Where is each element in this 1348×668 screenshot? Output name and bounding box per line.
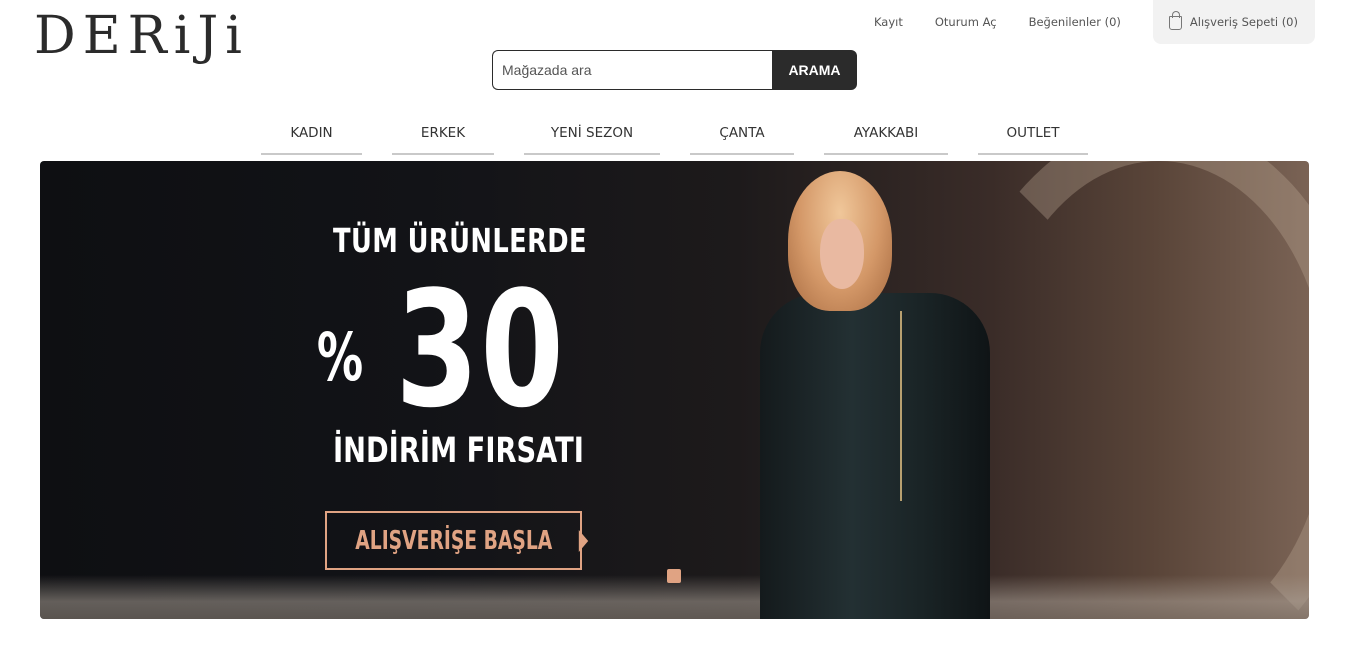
nav-item-outlet[interactable]: OUTLET — [978, 114, 1088, 155]
nav-item-ayakkabi[interactable]: AYAKKABI — [824, 114, 948, 155]
model-zipper — [900, 311, 902, 501]
promo-line-3: İNDİRİM FIRSATI — [333, 431, 584, 471]
register-link[interactable]: Kayıt — [874, 15, 903, 29]
nav-item-yeni-sezon[interactable]: YENİ SEZON — [524, 114, 660, 155]
cart-label: Alışveriş Sepeti (0) — [1189, 15, 1298, 29]
play-arrow-icon — [578, 529, 588, 552]
model-face — [820, 219, 864, 289]
top-links: Kayıt Oturum Aç Beğenilenler (0) Alışver… — [874, 0, 1315, 44]
promo-text: TÜM ÜRÜNLERDE % 30 İNDİRİM FIRSATI — [300, 221, 600, 471]
search-button[interactable]: ARAMA — [772, 50, 857, 90]
model-image — [720, 171, 1040, 619]
start-shopping-label: ALIŞVERİŞE BAŞLA — [355, 525, 553, 556]
login-link[interactable]: Oturum Aç — [935, 15, 997, 29]
favorites-link[interactable]: Beğenilenler (0) — [1029, 15, 1121, 29]
search-input[interactable] — [492, 50, 772, 90]
nav-item-canta[interactable]: ÇANTA — [690, 114, 794, 155]
promo-line-1: TÜM ÜRÜNLERDE — [333, 221, 588, 260]
nav-item-kadin[interactable]: KADIN — [261, 114, 362, 155]
main-nav: KADIN ERKEK YENİ SEZON ÇANTA AYAKKABI OU… — [0, 114, 1348, 156]
logo[interactable]: DERiJi — [34, 6, 249, 66]
shopping-bag-icon — [1168, 11, 1182, 30]
hero-banner[interactable]: TÜM ÜRÜNLERDE % 30 İNDİRİM FIRSATI ALIŞV… — [40, 161, 1309, 619]
promo-number: 30 — [395, 256, 566, 443]
start-shopping-button[interactable]: ALIŞVERİŞE BAŞLA — [325, 511, 588, 570]
promo-percent: % — [316, 319, 363, 396]
slider-dot[interactable] — [667, 569, 681, 583]
nav-item-erkek[interactable]: ERKEK — [392, 114, 494, 155]
model-coat — [760, 293, 990, 619]
promo-discount: % 30 — [300, 260, 600, 430]
cart-button[interactable]: Alışveriş Sepeti (0) — [1152, 0, 1315, 44]
search-bar: ARAMA — [492, 50, 857, 90]
